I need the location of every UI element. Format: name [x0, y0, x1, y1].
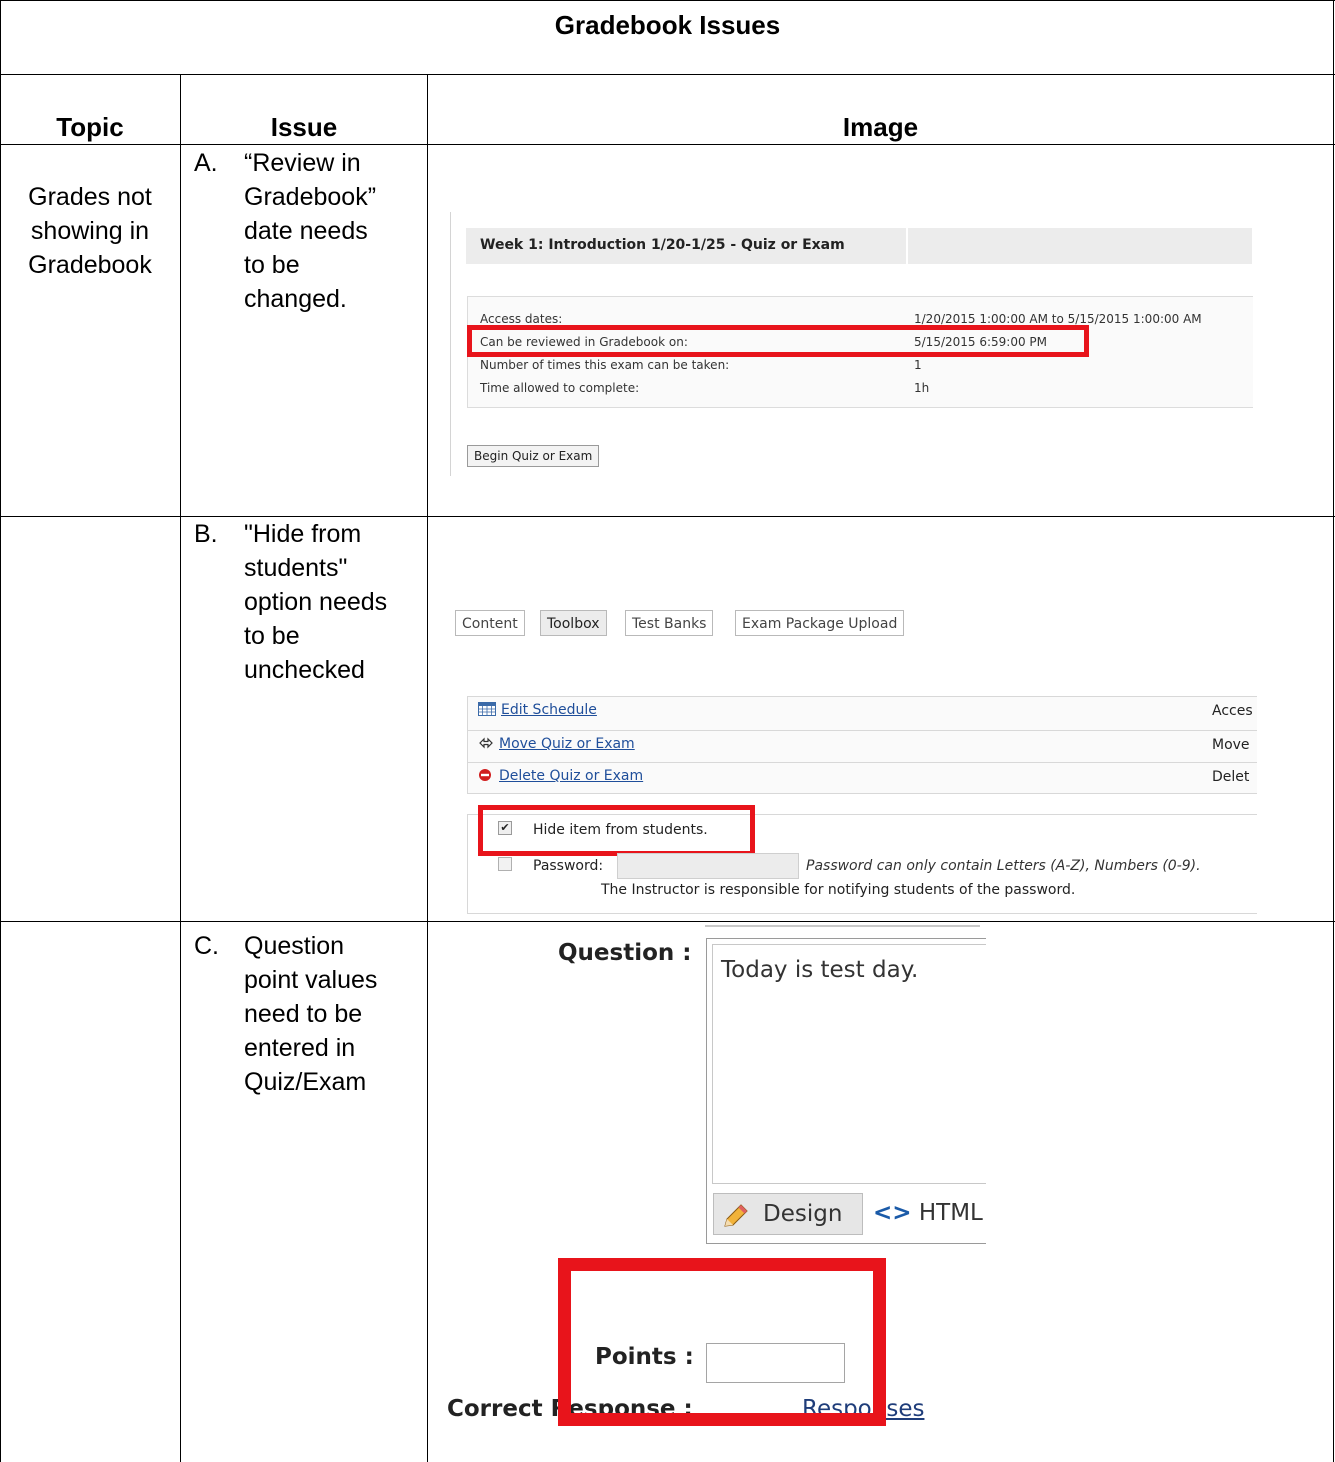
header-topic: Topic: [56, 112, 124, 142]
password-input[interactable]: [617, 853, 799, 879]
issue-line: to be: [244, 622, 300, 650]
shot-c-topline: [705, 925, 980, 927]
action-move-quiz[interactable]: Move Quiz or Exam: [478, 736, 635, 754]
table-border-right: [1333, 0, 1334, 1462]
action-right-schedule: Acces: [1212, 703, 1253, 719]
quiz-heading: Week 1: Introduction 1/20-1/25 - Quiz or…: [480, 237, 845, 253]
design-tab-label: Design: [763, 1201, 843, 1227]
delete-quiz-link[interactable]: Delete Quiz or Exam: [499, 768, 643, 784]
info-value-time: 1h: [914, 381, 930, 395]
issue-marker: A.: [194, 149, 218, 177]
question-label: Question :: [558, 940, 692, 966]
issue-line: "Hide from: [244, 520, 362, 548]
code-icon: <>: [873, 1200, 912, 1226]
action-right-move: Move: [1212, 737, 1250, 753]
issue-a: A. “Review in Gradebook” date needs to b…: [194, 146, 424, 316]
topic-line: Grades not: [28, 183, 152, 211]
topic-line: Gradebook: [28, 251, 152, 279]
issue-marker: C.: [194, 932, 219, 960]
issue-line: Gradebook”: [244, 183, 377, 211]
issue-b: B. "Hide from students" option needs to …: [194, 517, 424, 687]
issue-line: Quiz/Exam: [244, 1068, 367, 1096]
tab-toolbox[interactable]: Toolbox: [540, 610, 607, 636]
issue-line: need to be: [244, 1000, 363, 1028]
tab-exam-package-upload[interactable]: Exam Package Upload: [735, 610, 905, 636]
info-value-times: 1: [914, 358, 922, 372]
html-tab[interactable]: <> HTML: [873, 1193, 986, 1235]
action-delete-quiz[interactable]: Delete Quiz or Exam: [478, 768, 643, 786]
col-divider-2: [427, 74, 428, 1462]
move-quiz-link[interactable]: Move Quiz or Exam: [499, 736, 635, 752]
calendar-icon: [478, 702, 496, 720]
info-label-times: Number of times this exam can be taken:: [480, 358, 730, 372]
issue-line: “Review in: [244, 149, 361, 177]
tab-content[interactable]: Content: [455, 610, 525, 636]
issue-c: C. Question point values need to be ente…: [194, 929, 424, 1099]
points-highlight: [558, 1258, 886, 1426]
issue-line: entered in: [244, 1034, 356, 1062]
hide-option-highlight: [478, 805, 755, 856]
quiz-heading-split: [906, 228, 908, 264]
design-tab[interactable]: Design: [713, 1193, 863, 1235]
issue-marker: B.: [194, 520, 218, 548]
html-tab-label: HTML: [918, 1200, 983, 1226]
begin-quiz-button[interactable]: Begin Quiz or Exam: [467, 445, 600, 467]
password-checkbox[interactable]: [498, 857, 512, 871]
title-divider: [0, 74, 1335, 75]
delete-icon: [478, 768, 494, 786]
issue-line: point values: [244, 966, 378, 994]
question-text-area[interactable]: Today is test day.: [712, 944, 986, 1184]
move-icon: [478, 736, 494, 754]
info-label-access: Access dates:: [480, 312, 563, 326]
header-image: Image: [842, 112, 919, 142]
pencil-icon: [722, 1202, 750, 1242]
issue-line: Question: [244, 932, 345, 960]
edit-schedule-link[interactable]: Edit Schedule: [501, 702, 597, 718]
header-issue: Issue: [270, 112, 338, 142]
issue-line: date needs: [244, 217, 368, 245]
tab-test-banks[interactable]: Test Banks: [625, 610, 714, 636]
issue-line: to be: [244, 251, 300, 279]
col-divider-1: [180, 74, 181, 1462]
shot-a-leftrule: [450, 212, 451, 476]
info-label-time: Time allowed to complete:: [480, 381, 640, 395]
instructor-note: The Instructor is responsible for notify…: [601, 882, 1076, 898]
issue-line: option needs: [244, 588, 388, 616]
question-editor[interactable]: Today is test day. Design <> HTML: [706, 938, 986, 1244]
password-hint: Password can only contain Letters (A-Z),…: [806, 858, 1201, 874]
password-label: Password:: [533, 858, 604, 874]
action-right-delete: Delet: [1212, 769, 1250, 785]
topic-line: showing in: [30, 217, 150, 245]
action-edit-schedule[interactable]: Edit Schedule: [478, 702, 597, 720]
issue-line: changed.: [244, 285, 347, 313]
document-title: Gradebook Issues: [554, 10, 781, 40]
table-border-top: [0, 0, 1335, 1]
action-divider: [467, 762, 1257, 763]
header-divider: [0, 144, 1335, 145]
row-b-divider: [0, 921, 1335, 922]
review-date-highlight: [467, 325, 1089, 357]
issue-line: unchecked: [244, 656, 365, 684]
action-divider: [467, 730, 1257, 731]
question-text: Today is test day.: [721, 957, 919, 983]
issue-line: students": [244, 554, 348, 582]
topic-cell: Grades not showing in Gradebook: [0, 180, 180, 282]
info-value-access: 1/20/2015 1:00:00 AM to 5/15/2015 1:00:0…: [914, 312, 1202, 326]
